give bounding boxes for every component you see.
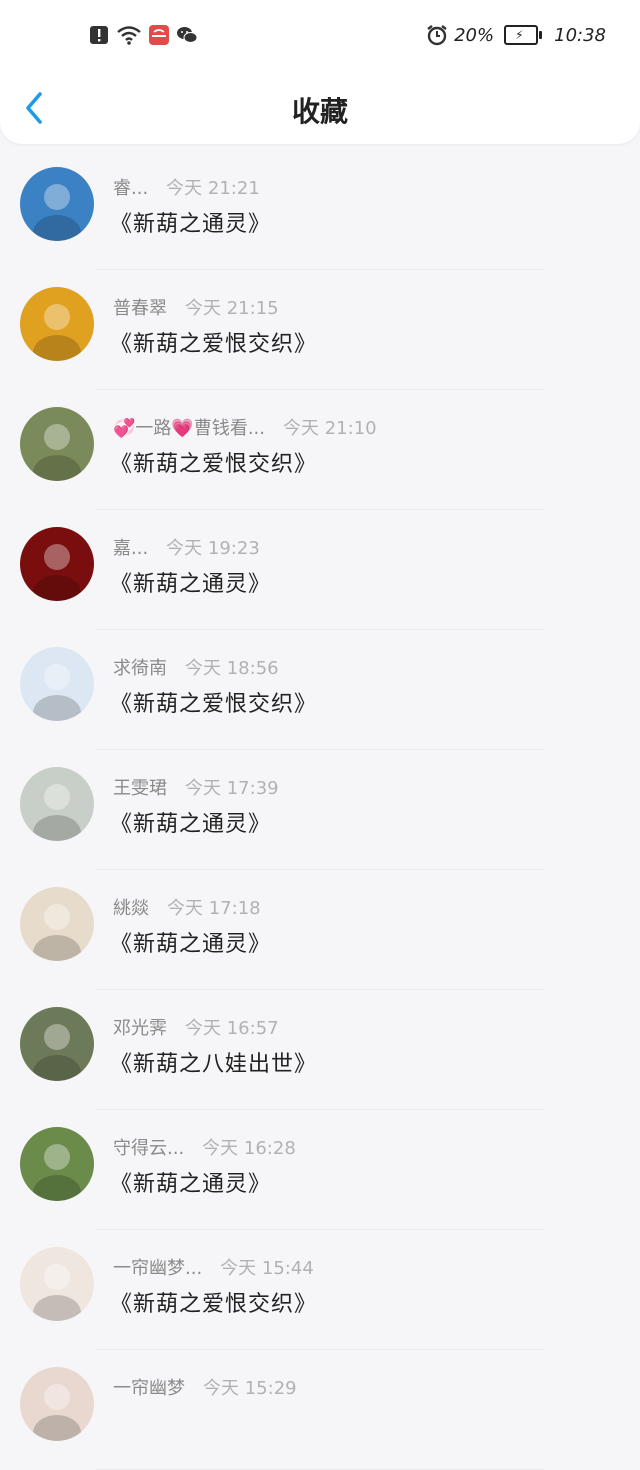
- avatar[interactable]: [20, 1127, 94, 1201]
- avatar[interactable]: [20, 767, 94, 841]
- user-name: 💞一路💗曹钱看...: [113, 418, 265, 439]
- avatar[interactable]: [20, 647, 94, 721]
- wifi-icon: [117, 26, 141, 45]
- item-meta: 一帘幽梦 今天 15:29: [113, 1374, 297, 1400]
- user-name: 一帘幽梦: [113, 1378, 185, 1399]
- user-name: 睿...: [113, 178, 149, 199]
- header-card: 20% ⚡ 10:38 收藏: [0, 0, 640, 144]
- timestamp: 今天 19:23: [166, 538, 260, 559]
- timestamp: 今天 21:15: [185, 298, 279, 319]
- timestamp: 今天 16:57: [185, 1018, 279, 1039]
- item-meta: 絩燚 今天 17:18: [113, 894, 261, 920]
- timestamp: 今天 17:39: [185, 778, 279, 799]
- work-title[interactable]: 《新葫之爱恨交织》: [110, 686, 317, 718]
- user-name: 一帘幽梦...: [113, 1258, 203, 1279]
- page-title: 收藏: [291, 95, 348, 128]
- work-title[interactable]: 《新葫之爱恨交织》: [110, 326, 317, 358]
- user-name: 普春翠: [113, 298, 167, 319]
- user-name: 王雯珺: [113, 778, 167, 799]
- avatar[interactable]: [20, 527, 94, 601]
- list-item[interactable]: 邓光霁 今天 16:57 《新葫之八娃出世》: [0, 990, 640, 1110]
- avatar[interactable]: [20, 1247, 94, 1321]
- timestamp: 今天 21:21: [166, 178, 260, 199]
- timestamp: 今天 21:10: [283, 418, 377, 439]
- item-meta: 一帘幽梦... 今天 15:44: [113, 1254, 314, 1280]
- user-name: 邓光霁: [113, 1018, 167, 1039]
- item-meta: 求徛南 今天 18:56: [113, 654, 279, 680]
- work-title[interactable]: 《新葫之爱恨交织》: [110, 1286, 317, 1318]
- list-item[interactable]: 普春翠 今天 21:15 《新葫之爱恨交织》: [0, 270, 640, 390]
- status-time: 10:38: [554, 24, 606, 46]
- user-name: 嘉...: [113, 538, 149, 559]
- avatar[interactable]: [20, 167, 94, 241]
- list-item[interactable]: 王雯珺 今天 17:39 《新葫之通灵》: [0, 750, 640, 870]
- item-meta: 普春翠 今天 21:15: [113, 294, 279, 320]
- user-name: 守得云...: [113, 1138, 185, 1159]
- list-item[interactable]: 💞一路💗曹钱看... 今天 21:10 《新葫之爱恨交织》: [0, 390, 640, 510]
- item-meta: 邓光霁 今天 16:57: [113, 1014, 279, 1040]
- battery-percent: 20%: [454, 24, 495, 46]
- alert-icon: [90, 26, 108, 44]
- avatar[interactable]: [20, 287, 94, 361]
- work-title[interactable]: 《新葫之通灵》: [110, 1166, 271, 1198]
- list-item[interactable]: 嘉... 今天 19:23 《新葫之通灵》: [0, 510, 640, 630]
- wechat-icon: [177, 27, 198, 43]
- list-item[interactable]: 守得云... 今天 16:28 《新葫之通灵》: [0, 1110, 640, 1230]
- item-meta: 王雯珺 今天 17:39: [113, 774, 279, 800]
- status-bar: 20% ⚡ 10:38: [0, 0, 640, 72]
- item-meta: 守得云... 今天 16:28: [113, 1134, 296, 1160]
- list-item[interactable]: 絩燚 今天 17:18 《新葫之通灵》: [0, 870, 640, 990]
- avatar[interactable]: [20, 407, 94, 481]
- list-item[interactable]: 睿... 今天 21:21 《新葫之通灵》: [0, 150, 640, 270]
- list-item[interactable]: 求徛南 今天 18:56 《新葫之爱恨交织》: [0, 630, 640, 750]
- favorites-list: 睿... 今天 21:21 《新葫之通灵》 普春翠 今天 21:15 《新葫之爱恨交…: [0, 150, 640, 1470]
- item-meta: 💞一路💗曹钱看... 今天 21:10: [113, 414, 377, 440]
- work-title[interactable]: 《新葫之通灵》: [110, 206, 271, 238]
- work-title[interactable]: 《新葫之通灵》: [110, 806, 271, 838]
- timestamp: 今天 16:28: [202, 1138, 296, 1159]
- shopping-app-icon: [149, 25, 169, 45]
- avatar[interactable]: [20, 887, 94, 961]
- user-name: 絩燚: [113, 898, 149, 919]
- avatar[interactable]: [20, 1367, 94, 1441]
- timestamp: 今天 15:44: [220, 1258, 314, 1279]
- user-name: 求徛南: [113, 658, 167, 679]
- item-meta: 嘉... 今天 19:23: [113, 534, 260, 560]
- work-title[interactable]: 《新葫之八娃出世》: [110, 1046, 317, 1078]
- battery-charging-icon: ⚡: [504, 25, 543, 45]
- timestamp: 今天 17:18: [167, 898, 261, 919]
- status-icons-right: 20% ⚡ 10:38: [426, 24, 606, 46]
- nav-bar: 收藏: [0, 72, 640, 144]
- alarm-clock-icon: [427, 25, 447, 46]
- status-icons-left: [88, 24, 198, 46]
- work-title[interactable]: 《新葫之通灵》: [110, 566, 271, 598]
- list-item[interactable]: 一帘幽梦... 今天 15:44 《新葫之爱恨交织》: [0, 1230, 640, 1350]
- avatar[interactable]: [20, 1007, 94, 1081]
- list-item[interactable]: 一帘幽梦 今天 15:29: [0, 1350, 640, 1470]
- work-title[interactable]: 《新葫之爱恨交织》: [110, 446, 317, 478]
- item-meta: 睿... 今天 21:21: [113, 174, 260, 200]
- timestamp: 今天 15:29: [203, 1378, 297, 1399]
- work-title[interactable]: 《新葫之通灵》: [110, 926, 271, 958]
- timestamp: 今天 18:56: [185, 658, 279, 679]
